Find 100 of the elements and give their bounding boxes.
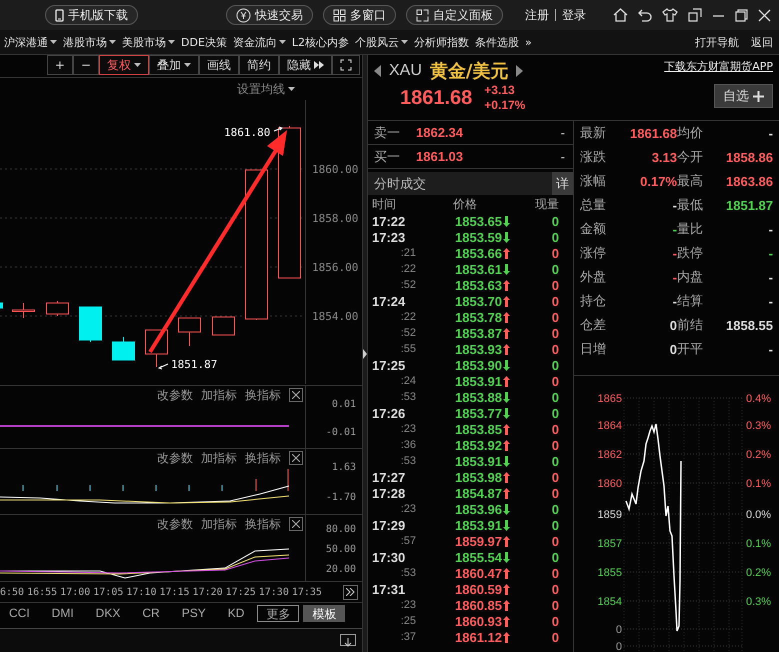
trade-price: 1853.70 (455, 294, 502, 308)
trade-price: 1853.90 (455, 358, 502, 372)
chart-tool-button[interactable]: 隐藏 (279, 55, 332, 75)
indicator-tab[interactable]: KD (218, 604, 254, 622)
indicator-action[interactable]: 加指标 (201, 386, 237, 404)
menu-item[interactable]: 个股风云 (355, 34, 408, 50)
indicator-action[interactable]: 加指标 (201, 450, 237, 466)
indicator-action[interactable]: 改参数 (157, 516, 193, 532)
app-download-link[interactable]: 下载东方财富期货APP (664, 59, 773, 74)
download-icon[interactable] (340, 634, 356, 648)
trade-volume: 0 (550, 358, 559, 372)
indicator-tab[interactable]: 模板 (303, 604, 346, 622)
candlestick (212, 316, 235, 336)
chart-tool-button[interactable]: 复权 (99, 55, 149, 75)
plus-icon (753, 90, 764, 102)
axis-label: -1.70 (326, 492, 356, 503)
menu-item[interactable]: 美股市场 (122, 34, 175, 50)
trade-price: 1853.91 (455, 374, 502, 388)
window-icon[interactable] (688, 8, 702, 22)
stat-value: 0 (668, 318, 677, 332)
price-axis-label: 1859 (598, 509, 622, 521)
more-menu-items[interactable]: » (525, 36, 532, 48)
marker-arrow-icon (274, 126, 283, 132)
menu-item[interactable]: 条件选股 (475, 34, 520, 50)
indicator-action[interactable]: 换指标 (245, 386, 281, 404)
close-button[interactable] (289, 388, 303, 402)
detail-button[interactable]: 详 (552, 172, 573, 195)
menu-item[interactable]: L2核心内参 (292, 34, 350, 50)
trade-time: :52 (400, 279, 417, 291)
toolbar-button[interactable]: 手机版下载 (45, 5, 138, 25)
percent-axis-label: 0.1% (746, 538, 772, 550)
close-icon[interactable] (758, 8, 771, 22)
trade-price: 1861.12 (455, 630, 502, 644)
indicator-action[interactable]: 加指标 (201, 516, 237, 532)
stat-value: - (768, 294, 773, 308)
last-price: 1861.68 (400, 86, 472, 110)
menu-item[interactable]: 分析师指数 (414, 34, 470, 50)
chart-tool-button[interactable]: 叠加 (149, 55, 199, 75)
indicator-tab[interactable]: CCI (0, 604, 39, 622)
auth-link[interactable]: 登录 (562, 6, 586, 24)
shirt-icon[interactable] (662, 8, 678, 22)
toolbar-button[interactable]: 自定义面板 (406, 5, 503, 25)
menu-item[interactable]: 打开导航 (695, 34, 739, 50)
trades-title: 分时成交 (374, 176, 426, 192)
trade-price: 1860.59 (455, 582, 502, 596)
time-label: 17:05 (93, 586, 124, 598)
panel-icon (416, 8, 429, 22)
chart-tool-button[interactable]: 画线 (199, 55, 239, 75)
indicator-tab[interactable]: DMI (42, 604, 83, 622)
ma-setting-menu[interactable]: 设置均线 (237, 80, 285, 98)
previous-icon[interactable] (374, 65, 381, 77)
undo-icon[interactable] (638, 8, 652, 22)
indicator-action[interactable]: 改参数 (157, 450, 193, 466)
trade-volume: 0 (550, 262, 559, 276)
double-chevron-icon (346, 588, 355, 596)
close-button[interactable] (289, 451, 303, 465)
close-button[interactable] (289, 517, 303, 531)
stat-label: 内盘 (677, 269, 704, 286)
menu-item[interactable]: 港股市场 (63, 34, 116, 50)
trade-time: :25 (400, 615, 417, 627)
axis-label: 1860.00 (312, 163, 358, 176)
menu-item[interactable]: 资金流向 (232, 34, 286, 50)
home-icon[interactable] (613, 8, 628, 22)
auth-link[interactable]: 注册 (525, 6, 549, 24)
stat-label: 最高 (677, 173, 704, 190)
axis-label: 1854.00 (312, 310, 358, 323)
maximize-icon[interactable] (735, 8, 748, 22)
indicator-action[interactable]: 改参数 (157, 386, 193, 404)
trade-time: :55 (400, 343, 417, 355)
trade-time: :52 (400, 327, 417, 339)
trade-time: :24 (400, 375, 417, 387)
trade-time: :23 (400, 423, 417, 435)
indicator-tab[interactable]: 更多 (257, 604, 300, 622)
trade-price: 1853.98 (455, 470, 502, 484)
fullscreen-button[interactable] (332, 55, 360, 75)
indicator-tab[interactable]: DKX (86, 604, 130, 622)
scroll-right-button[interactable] (343, 584, 358, 600)
chart-tool-button[interactable]: − (72, 55, 99, 75)
axis-label: 80.00 (326, 524, 356, 534)
candlestick (178, 318, 201, 346)
indicator-action[interactable]: 换指标 (245, 516, 281, 532)
menu-item[interactable]: 返回 (751, 34, 773, 50)
menu-item[interactable]: DDE决策 (181, 34, 227, 50)
indicator-tab[interactable]: CR (133, 604, 169, 622)
watchlist-button[interactable]: 自选 (714, 84, 773, 108)
menu-item[interactable]: 沪深港通 (4, 34, 57, 50)
order-price: 1862.34 (416, 125, 464, 140)
trade-price: 1853.85 (455, 422, 502, 436)
percent-axis-label: 0.1% (746, 478, 772, 490)
indicator-tab[interactable]: PSY (172, 604, 215, 622)
trade-volume: 0 (550, 422, 559, 436)
chart-tool-button[interactable]: 简约 (239, 55, 279, 75)
indicator-action[interactable]: 换指标 (245, 450, 281, 466)
toolbar-button[interactable]: 多窗口 (323, 5, 396, 25)
time-label: 17:00 (60, 586, 90, 598)
high-price-label: 1861.80 (224, 126, 270, 139)
next-icon[interactable] (516, 65, 524, 77)
percent-axis-label: 0.0% (746, 509, 772, 521)
chart-tool-button[interactable]: + (46, 55, 73, 75)
toolbar-button[interactable]: 快速交易 (226, 5, 313, 25)
